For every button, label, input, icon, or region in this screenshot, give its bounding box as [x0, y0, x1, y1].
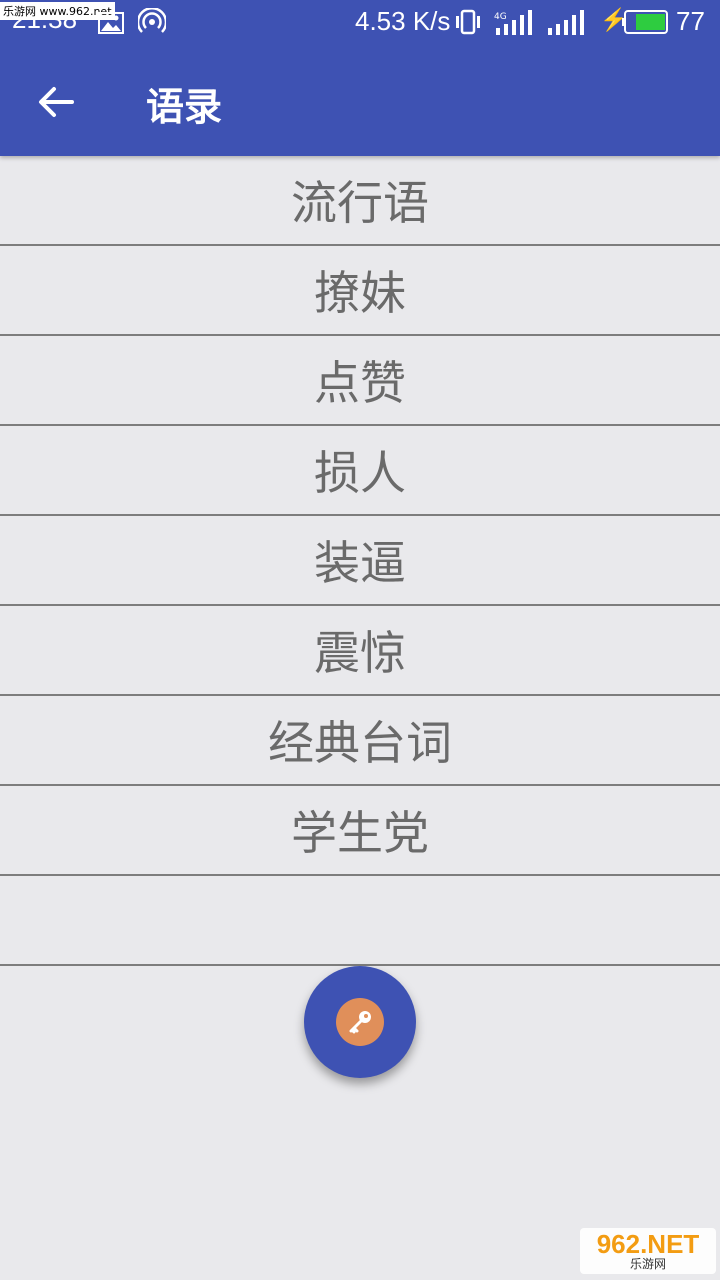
signal-icon — [546, 10, 586, 43]
key-fab-button[interactable] — [304, 966, 416, 1078]
signal-4g-icon: 4G — [494, 10, 534, 43]
svg-text:4G: 4G — [494, 12, 507, 22]
battery-level: 77 — [676, 6, 705, 36]
list-item[interactable]: 震惊 — [0, 606, 720, 696]
hotspot-icon — [136, 6, 168, 43]
list-item[interactable]: 学生党 — [0, 786, 720, 876]
status-bar: 21:38 乐游网 www.962.net 4.53 K/s 4G ⚡ 77 — [0, 0, 720, 44]
list-item[interactable]: 经典台词 — [0, 696, 720, 786]
watermark-text: 乐游网 — [629, 1257, 666, 1271]
list-item[interactable]: 撩妹 — [0, 246, 720, 336]
watermark-brand: 962.NET — [596, 1229, 700, 1259]
category-list: 流行语 撩妹 点赞 损人 装逼 震惊 经典台词 学生党 — [0, 156, 720, 966]
key-icon-circle — [336, 998, 384, 1046]
network-speed: 4.53 K/s — [355, 6, 451, 36]
page-title: 语录 — [146, 85, 223, 129]
watermark-bottom: 962.NET 乐游网 — [580, 1228, 716, 1274]
vibrate-icon — [455, 9, 481, 42]
list-item[interactable]: 装逼 — [0, 516, 720, 606]
back-button[interactable] — [28, 78, 84, 126]
image-notification-icon — [98, 10, 124, 41]
battery-icon — [622, 10, 670, 41]
list-item-empty[interactable] — [0, 876, 720, 966]
arrow-left-icon — [39, 87, 74, 117]
list-item[interactable]: 流行语 — [0, 156, 720, 246]
app-bar: 21:38 乐游网 www.962.net 4.53 K/s 4G ⚡ 77 语… — [0, 0, 720, 156]
list-item[interactable]: 点赞 — [0, 336, 720, 426]
list-item[interactable]: 损人 — [0, 426, 720, 516]
key-icon — [349, 1011, 371, 1034]
